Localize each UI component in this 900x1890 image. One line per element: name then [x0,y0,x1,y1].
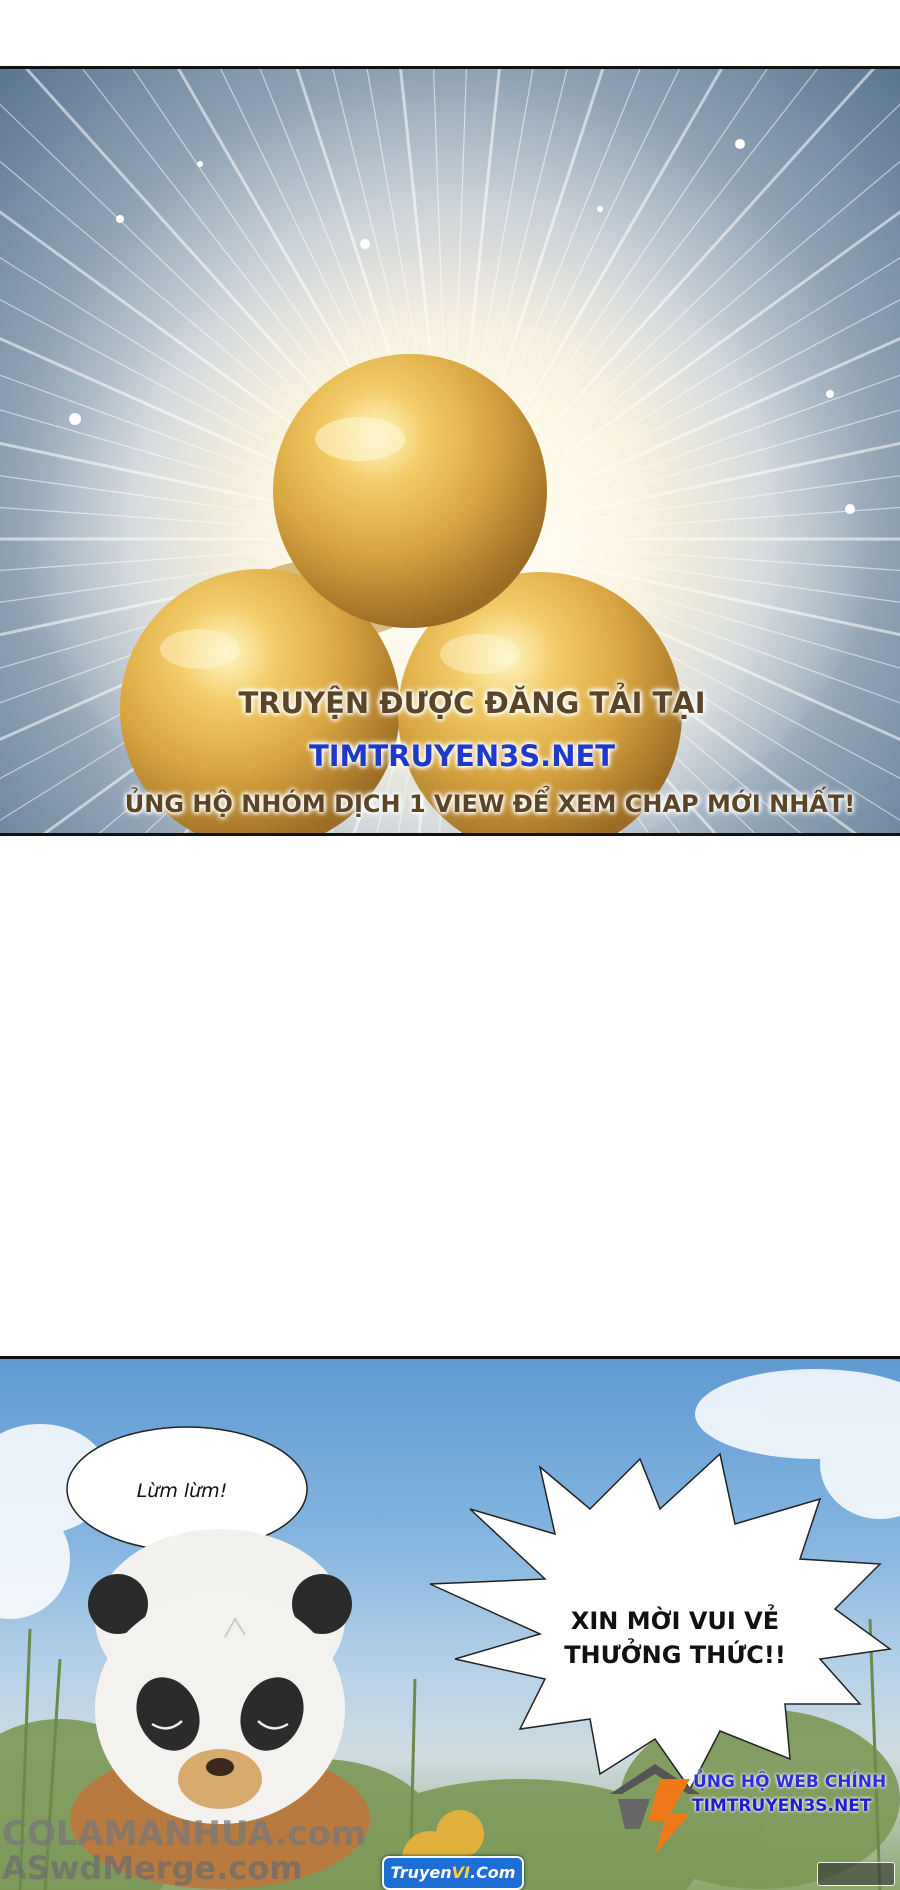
corner-stamp-logo [817,1862,895,1886]
watermark-line-1: TRUYỆN ĐƯỢC ĐĂNG TẢI TẠI [238,686,706,720]
badge-prefix: Truyen [390,1863,452,1882]
support-label: ỦNG HỘ WEB CHÍNH [693,1772,887,1792]
watermark-line-3: ỦNG HỘ NHÓM DỊCH 1 VIEW ĐỂ XEM CHAP MỚI … [124,790,856,818]
pearl-panel: TRUYỆN ĐƯỢC ĐĂNG TẢI TẠI TIMTRUYEN3S.NET… [0,66,900,836]
badge-suffix: .Com [469,1863,516,1882]
watermark-site-link: TIMTRUYEN3S.NET [308,739,616,773]
speech-text-shout: XIN MỜI VUI VẺ THƯỞNG THỨC!! [545,1604,805,1672]
speech-text-shout-line-1: XIN MỜI VUI VẺ [570,1607,780,1635]
speech-text-small: Lừm lừm! [136,1480,228,1502]
truyenvi-badge[interactable]: TruyenVI.Com [382,1856,524,1890]
speech-text-shout-line-2: THƯỞNG THỨC!! [564,1641,786,1669]
badge-mid: VI [451,1863,470,1882]
support-site-link[interactable]: TIMTRUYEN3S.NET [692,1796,871,1816]
pearl-top [273,354,547,628]
watermark-colamanhua: COLAMANHUA.com [2,1814,367,1854]
panda-panel: Lừm lừm! XIN MỜI VUI VẺ THƯỞNG THỨC!! ỦN… [0,1356,900,1890]
pearl-illustration [0,69,900,833]
watermark-aswdmerge: ASwdMerge.com [2,1849,303,1887]
